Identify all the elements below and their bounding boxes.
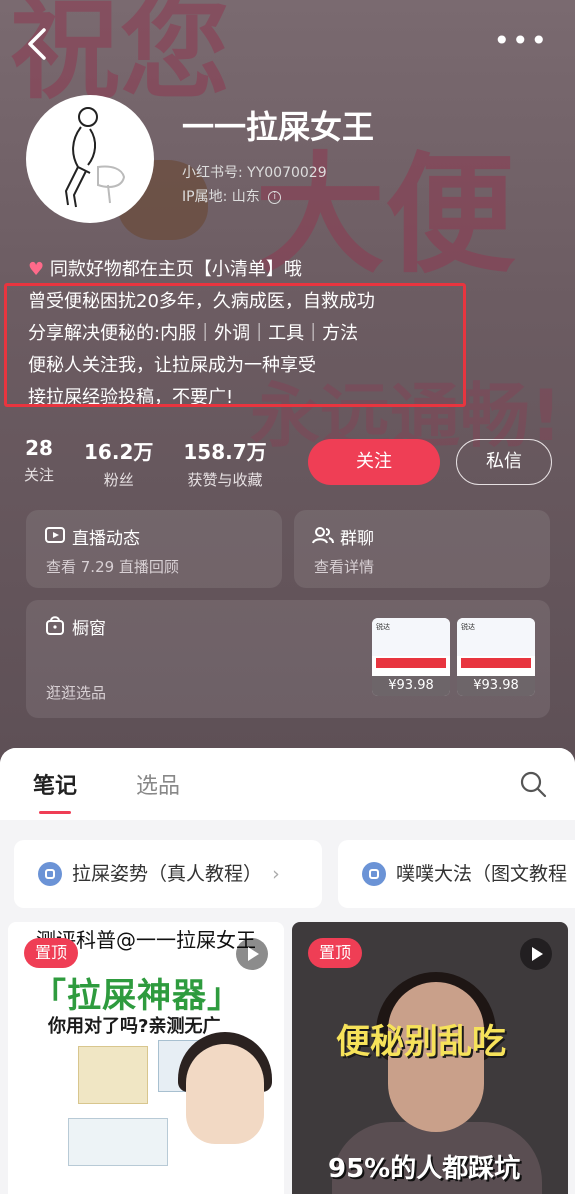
live-card-subtitle: 查看 7.29 直播回顾 <box>46 558 179 576</box>
collection-label: 噗噗大法（图文教程 <box>396 863 568 885</box>
back-arrow-icon[interactable] <box>22 24 52 64</box>
post-subline: 你用对了吗?亲测无广 <box>48 1016 221 1037</box>
highlight-box <box>4 283 466 407</box>
ip-location: IP属地: 山东 i <box>182 186 282 206</box>
play-icon <box>520 938 552 970</box>
bio-line: ♥ 同款好物都在主页【小清单】哦 <box>28 259 302 280</box>
pinned-badge: 置顶 <box>308 938 362 968</box>
xhs-id-label: 小红书号: <box>182 165 243 181</box>
product-band <box>461 658 531 668</box>
ip-label: IP属地: <box>182 189 228 205</box>
tab-picks[interactable]: 选品 <box>136 768 180 800</box>
collection-icon <box>362 862 386 886</box>
product-price: ¥93.98 <box>457 676 535 696</box>
product-box-image <box>68 1118 168 1166</box>
xhs-id-value: YY0070029 <box>247 165 327 181</box>
product-brand: 锐达 <box>372 618 450 656</box>
chevron-right-icon: › <box>272 863 280 885</box>
stats-row: 28 关注 16.2万 粉丝 158.7万 获赞与收藏 <box>24 436 267 490</box>
post-thumbnail[interactable]: 测评科普@一一拉屎女王 「拉屎神器」 你用对了吗?亲测无广 置顶 <box>8 922 284 1194</box>
collection-label: 拉屎姿势（真人教程） <box>72 863 263 885</box>
pinned-badge: 置顶 <box>24 938 78 968</box>
shopping-bag-icon <box>46 616 64 635</box>
post-headline: 「拉屎神器」 <box>32 976 242 1016</box>
more-options-icon[interactable]: ••• <box>493 27 549 55</box>
content-sheet: 笔记 选品 拉屎姿势（真人教程） › 噗噗大法（图文教程 测评科普@一一拉屎女王… <box>0 748 575 1194</box>
follow-button[interactable]: 关注 <box>308 439 440 485</box>
group-card-subtitle: 查看详情 <box>314 558 375 576</box>
live-card[interactable]: 直播动态 查看 7.29 直播回顾 <box>26 510 282 588</box>
post-thumbnail[interactable]: 便秘别乱吃 95%的人都踩坑 置顶 <box>292 922 568 1194</box>
group-card-title: 群聊 <box>340 529 374 549</box>
product-box-image <box>78 1046 148 1104</box>
toilet-figure-icon <box>64 107 126 208</box>
collection-chip[interactable]: 拉屎姿势（真人教程） › <box>14 840 322 908</box>
ip-value: 山东 <box>231 189 260 205</box>
message-button[interactable]: 私信 <box>456 439 552 485</box>
live-video-icon <box>45 527 65 543</box>
stat-likes[interactable]: 158.7万 获赞与收藏 <box>183 436 266 490</box>
collection-icon <box>38 862 62 886</box>
heart-icon: ♥ <box>28 259 45 280</box>
search-icon[interactable] <box>519 770 547 798</box>
product-thumbnail[interactable]: 锐达 ¥93.98 <box>457 618 535 696</box>
group-chat-card[interactable]: 群聊 查看详情 <box>294 510 550 588</box>
product-band <box>376 658 446 668</box>
stat-followers[interactable]: 16.2万 粉丝 <box>84 436 153 490</box>
group-people-icon <box>312 527 334 544</box>
product-thumbnail[interactable]: 锐达 ¥93.98 <box>372 618 450 696</box>
profile-header: 祝您 大便 永远通畅! ••• 一一拉屎女王 小红书号: YY0070029 I… <box>0 0 575 760</box>
post-headline: 便秘别乱吃 <box>336 1022 506 1062</box>
tab-notes[interactable]: 笔记 <box>33 768 77 814</box>
info-icon[interactable]: i <box>268 190 282 204</box>
xhs-id[interactable]: 小红书号: YY0070029 <box>182 162 327 182</box>
collection-chip[interactable]: 噗噗大法（图文教程 <box>338 840 575 908</box>
shop-window-card[interactable]: 橱窗 逛逛选品 锐达 ¥93.98 锐达 ¥93.98 <box>26 600 550 718</box>
tab-bar: 笔记 选品 <box>0 748 575 820</box>
post-bottom-text: 95%的人都踩坑 <box>328 1154 521 1184</box>
presenter-face <box>186 1044 264 1144</box>
stat-following[interactable]: 28 关注 <box>24 436 54 490</box>
avatar[interactable] <box>26 95 154 223</box>
live-card-title: 直播动态 <box>72 529 140 549</box>
product-brand: 锐达 <box>457 618 535 656</box>
profile-name: 一一拉屎女王 <box>182 108 375 146</box>
play-icon <box>236 938 268 970</box>
shop-card-title: 橱窗 <box>72 619 106 639</box>
product-price: ¥93.98 <box>372 676 450 696</box>
shop-card-subtitle: 逛逛选品 <box>46 684 107 702</box>
